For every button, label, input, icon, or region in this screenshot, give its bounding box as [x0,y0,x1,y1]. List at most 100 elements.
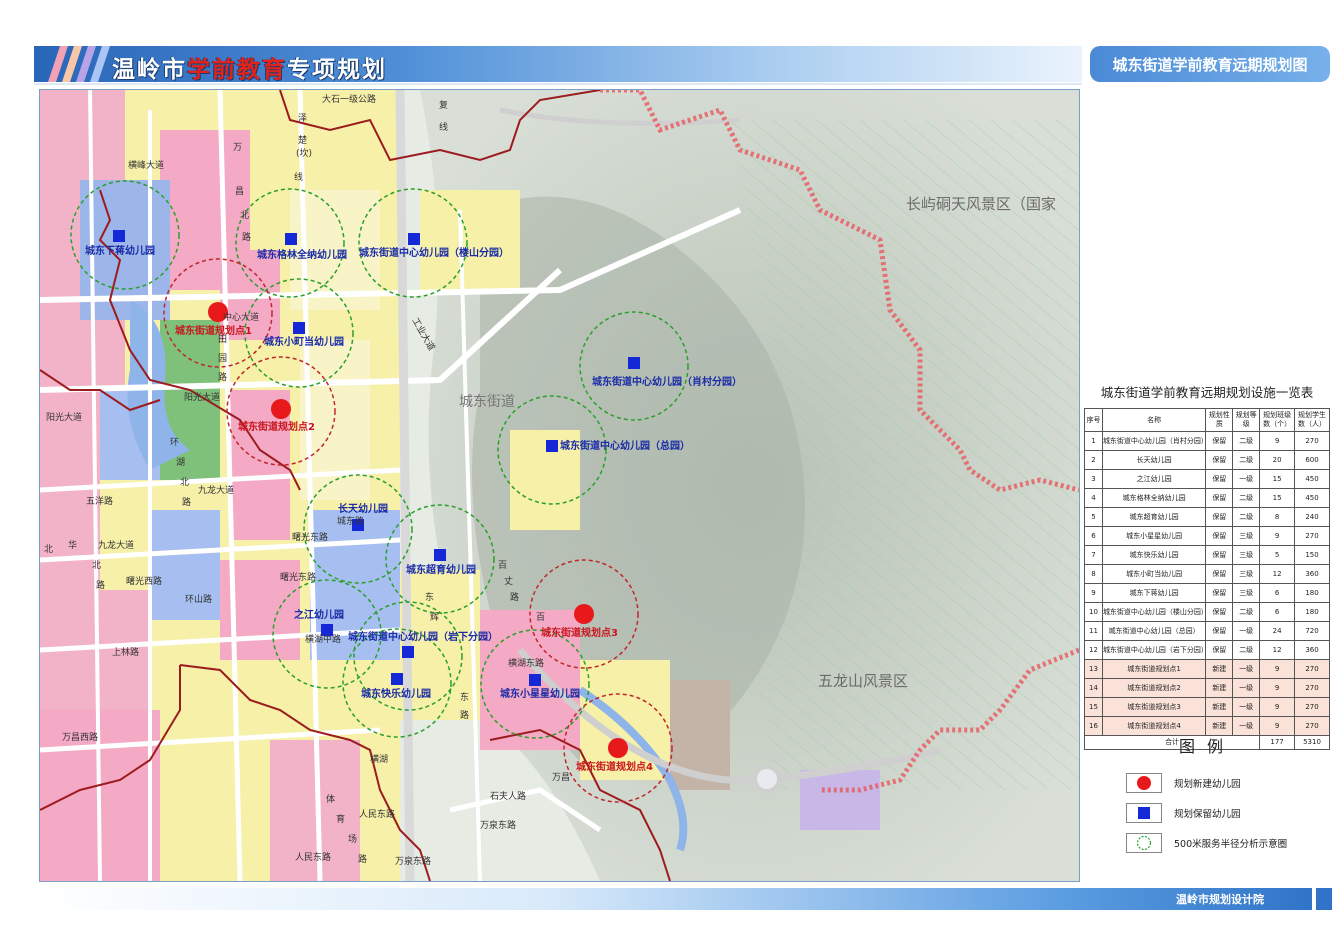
retained-marker[interactable] [285,233,297,245]
table-cell-grade: 一级 [1232,621,1261,641]
table-cell-students: 180 [1294,602,1330,622]
table-cell-no: 14 [1084,678,1103,698]
legend-label: 500米服务半径分析示意圈 [1174,839,1288,850]
table-cell-classes: 9 [1259,526,1296,546]
road-label: 人民东路 [295,851,331,863]
table-cell-classes: 12 [1259,640,1296,660]
road-label: 复 [439,99,448,111]
table-cell-grade: 三级 [1232,526,1261,546]
kindergarten-label: 城东下蒋幼儿园 [85,244,155,257]
retained-marker[interactable] [391,673,403,685]
road-label: 线 [439,121,448,133]
table-cell-nature: 新建 [1205,659,1234,679]
table-row: 14 城东街道规划点2 新建 一级 9 270 [1084,678,1330,698]
blue-square-icon [1126,803,1162,823]
table-cell-students: 270 [1294,659,1330,679]
table-row: 7 城东快乐幼儿园 保留 三级 5 150 [1084,545,1330,565]
table-cell-no: 2 [1084,450,1103,470]
road-label: 上林路 [112,646,139,658]
page-title: 温岭市学前教育专项规划 [112,50,387,84]
table-cell-grade: 二级 [1232,640,1261,660]
table-cell-name: 城东格林全纳幼儿园 [1101,488,1207,508]
table-cell-students: 270 [1294,526,1330,546]
table-body: 1 城东街道中心幼儿园（肖村分园） 保留 二级 9 270 2 长天幼儿园 保留 二级 20 600 3… [1084,431,1330,736]
header-rule [34,83,1082,85]
kindergarten-label: 之江幼儿园 [294,608,344,621]
new-marker[interactable] [608,738,628,758]
table-cell-nature: 保留 [1205,583,1234,603]
table-cell-nature: 保留 [1205,450,1234,470]
road-label: 泽 [298,113,307,124]
table-cell-grade: 三级 [1232,583,1261,603]
table-row: 6 城东小星星幼儿园 保留 三级 9 270 [1084,526,1330,546]
legend-title: 图例 [1178,737,1235,756]
table-cell-name: 城东街道中心幼儿园（肖村分园） [1101,431,1208,451]
table-cell-name: 城东街道规划点1 [1101,659,1207,679]
retained-marker[interactable] [113,230,125,242]
table-cell-classes: 8 [1259,507,1296,527]
map-canvas: 长屿硐天风景区（国家 五龙山风景区 城东街道 大石一级公路 横峰大道 泽 楚 (… [40,90,1079,881]
district-label: 城东街道 [459,394,515,410]
table-cell-classes: 24 [1259,621,1296,641]
table-cell-grade: 三级 [1232,564,1261,584]
column-header: 名称 [1101,408,1207,432]
retained-marker[interactable] [546,440,558,452]
retained-marker[interactable] [434,549,446,561]
table-row: 2 长天幼儿园 保留 二级 20 600 [1084,450,1330,470]
road-label: 北 [240,210,249,221]
table-cell-classes: 9 [1259,659,1296,679]
facility-table: 序号 名称 规划性质 规划等级 规划班级数（个） 规划学生数（人） 1 城东街道中… [1083,408,1330,750]
kindergarten-label: 城东街道规划点3 [541,626,618,639]
retained-marker[interactable] [293,322,305,334]
road-label: 曙光东路 [280,571,316,583]
table-row: 9 城东下蒋幼儿园 保留 三级 6 180 [1084,583,1330,603]
new-marker[interactable] [574,604,594,624]
road-label: 路 [242,231,251,243]
new-marker[interactable] [271,399,291,419]
kindergarten-label: 城东街道中心幼儿园（肖村分园） [592,375,742,388]
road-label: 万泉东路 [480,819,516,831]
table-cell-no: 15 [1084,697,1103,717]
table-cell-no: 8 [1084,564,1103,584]
table-cell-grade: 二级 [1232,488,1261,508]
road-label: 横峰大道 [128,159,164,171]
road-label: 横湖中路 [305,633,341,645]
road-label: 北 [180,477,189,488]
kindergarten-label: 城东格林全纳幼儿园 [257,248,347,261]
road-label: 五洋路 [86,495,113,507]
map-panel[interactable]: 长屿硐天风景区（国家 五龙山风景区 城东街道 大石一级公路 横峰大道 泽 楚 (… [39,89,1080,882]
road-label: 九龙大道 [198,484,234,496]
table-cell-classes: 15 [1259,488,1296,508]
legend-label: 规划保留幼儿园 [1174,809,1241,820]
legend-radius: 500米服务半径分析示意圈 [1126,833,1287,853]
table-cell-nature: 保留 [1205,469,1234,489]
table-cell-name: 长天幼儿园 [1101,450,1207,470]
column-header: 规划等级 [1232,408,1261,432]
table-cell-grade: 一级 [1232,697,1261,717]
table-cell-classes: 20 [1259,450,1296,470]
table-cell-name: 城东下蒋幼儿园 [1101,583,1207,603]
road-label: 九龙大道 [98,539,134,551]
retained-marker[interactable] [402,646,414,658]
retained-marker[interactable] [628,357,640,369]
road-label: 线 [294,171,303,183]
table-cell-students: 360 [1294,564,1330,584]
table-cell-classes: 5 [1259,545,1296,565]
table-cell-grade: 一级 [1232,469,1261,489]
footer-cap [1316,888,1332,910]
table-row: 8 城东小町当幼儿园 保留 三级 12 360 [1084,564,1330,584]
legend-label: 规划新建幼儿园 [1174,779,1241,790]
retained-marker[interactable] [529,674,541,686]
table-cell-name: 城东街道中心幼儿园（总园） [1101,621,1207,641]
road-label: 横湖 [370,753,388,765]
title-suffix: 专项规划 [287,57,387,83]
kindergarten-label: 城东小町当幼儿园 [264,335,344,348]
retained-marker[interactable] [408,233,420,245]
table-row: 12 城东街道中心幼儿园（岩下分园） 保留 二级 12 360 [1084,640,1330,660]
table-cell-nature: 新建 [1205,678,1234,698]
road-label: 曙光东路 [292,531,328,543]
table-cell-nature: 保留 [1205,640,1234,660]
table-cell-students: 450 [1294,488,1330,508]
road-label: 湖 [176,457,185,468]
table-cell-nature: 保留 [1205,507,1234,527]
